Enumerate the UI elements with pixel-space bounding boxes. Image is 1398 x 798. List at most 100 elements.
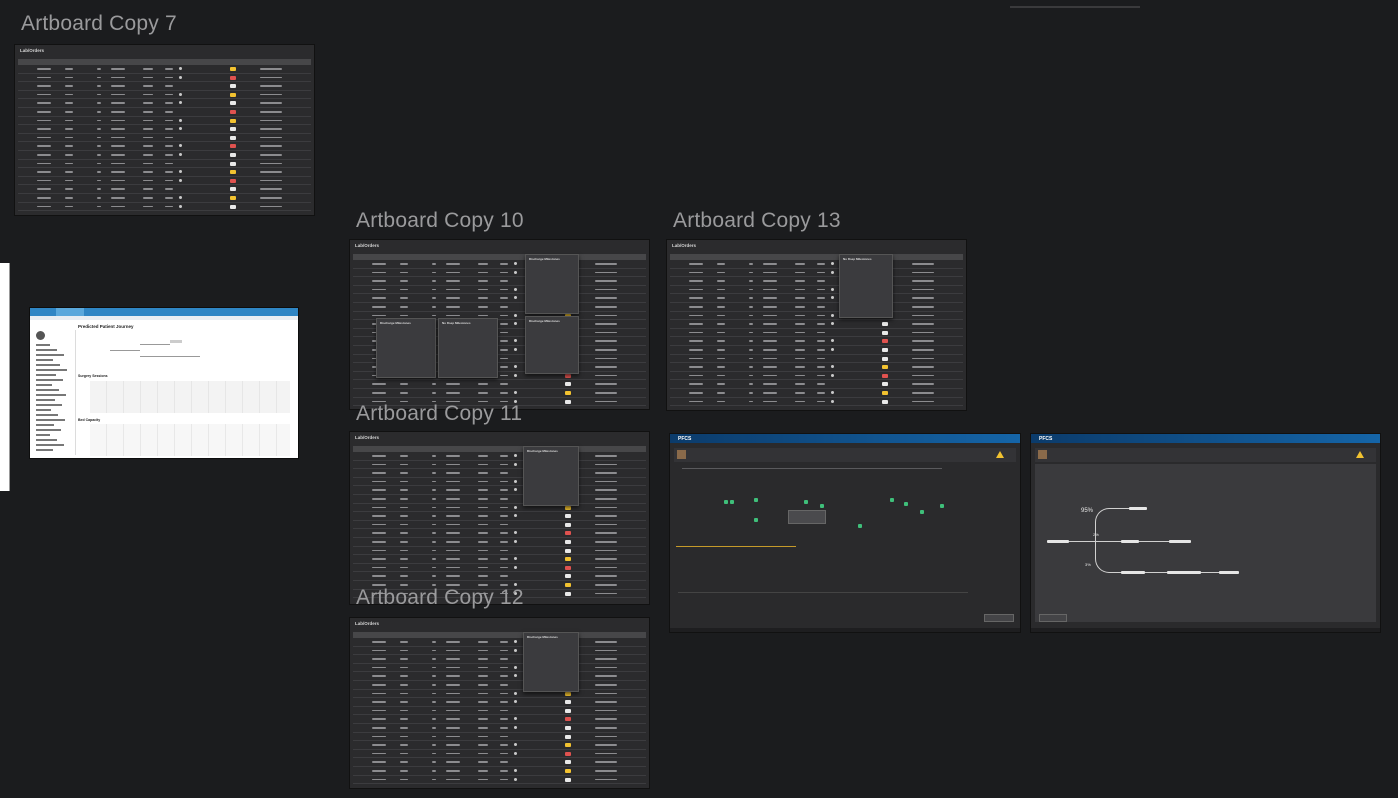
flow-node-top[interactable] — [1129, 507, 1147, 510]
table-row[interactable] — [353, 396, 646, 398]
table-row[interactable] — [18, 175, 311, 177]
artboard-copy10[interactable]: Lab/Orders Discharge Milestones Discharg… — [350, 240, 649, 409]
milestone-icon[interactable] — [820, 504, 824, 508]
table-row[interactable] — [670, 267, 963, 269]
table-row[interactable] — [353, 662, 646, 664]
table-row[interactable] — [18, 210, 311, 212]
artboard-copy13[interactable]: Lab/Orders No Dsep Milestones — [667, 240, 966, 410]
no-dsep-popup[interactable]: No Dsep Milestones — [839, 254, 893, 318]
table-row[interactable] — [670, 319, 963, 321]
table-row[interactable] — [353, 697, 646, 699]
table-row[interactable] — [353, 519, 646, 521]
table-row[interactable] — [353, 562, 646, 564]
table-row[interactable] — [18, 72, 311, 74]
table-row[interactable] — [353, 571, 646, 573]
table-row[interactable] — [18, 193, 311, 194]
table-row[interactable] — [353, 705, 646, 707]
light-board-active-tab[interactable] — [56, 308, 84, 316]
artboard-pfcs-timeline[interactable]: PFCS — [670, 434, 1020, 632]
flow-node-low-3[interactable] — [1219, 571, 1239, 574]
table-row[interactable] — [353, 276, 646, 278]
table-row[interactable] — [670, 310, 963, 312]
table-row[interactable] — [353, 545, 646, 547]
table-row[interactable] — [353, 731, 646, 733]
table-row[interactable] — [353, 528, 646, 530]
milestone-icon[interactable] — [940, 504, 944, 508]
table-row[interactable] — [670, 293, 963, 295]
milestone-icon[interactable] — [920, 510, 924, 514]
table-row[interactable] — [353, 714, 646, 716]
table-row[interactable] — [353, 302, 646, 303]
table-row[interactable] — [353, 511, 646, 513]
table-row[interactable] — [353, 688, 646, 690]
discharge-popup[interactable]: Discharge Milestones — [523, 446, 579, 506]
table-row[interactable] — [353, 645, 646, 647]
no-dsep-popup[interactable]: No Dsep Milestones — [438, 318, 498, 378]
table-row[interactable] — [353, 774, 646, 776]
milestone-icon[interactable] — [724, 500, 728, 504]
table-row[interactable] — [18, 89, 311, 91]
table-row[interactable] — [353, 757, 646, 759]
table-row[interactable] — [353, 766, 646, 767]
table-row[interactable] — [18, 124, 311, 126]
table-row[interactable] — [353, 671, 646, 673]
table-row[interactable] — [353, 468, 646, 470]
milestone-icon[interactable] — [730, 500, 734, 504]
table-row[interactable] — [353, 310, 646, 312]
table-row[interactable] — [353, 459, 646, 461]
table-row[interactable] — [670, 379, 963, 381]
artboard-light-journey[interactable]: Predicted Patient Journey Surgery Sessio… — [30, 308, 298, 458]
table-row[interactable] — [18, 150, 311, 151]
table-row[interactable] — [353, 476, 646, 478]
artboard-label-copy13[interactable]: Artboard Copy 13 — [673, 209, 841, 233]
table-row[interactable] — [18, 107, 311, 108]
flow-node-start[interactable] — [1047, 540, 1069, 543]
flow-node-mid-2[interactable] — [1169, 540, 1191, 543]
table-row[interactable] — [353, 740, 646, 742]
discharge-popup-2[interactable]: Discharge Milestones — [376, 318, 436, 378]
artboard-copy12[interactable]: Lab/Orders Discharge Milestones — [350, 618, 649, 788]
table-row[interactable] — [670, 276, 963, 278]
milestone-icon[interactable] — [754, 518, 758, 522]
discharge-popup-3[interactable]: Discharge Milestones — [525, 316, 579, 374]
table-row[interactable] — [18, 141, 311, 143]
discharge-popup[interactable]: Discharge Milestones — [525, 254, 579, 314]
table-row[interactable] — [18, 158, 311, 160]
artboard-pfcs-flow[interactable]: PFCS 95% 2% 3% — [1031, 434, 1380, 632]
table-row[interactable] — [353, 485, 646, 487]
table-row[interactable] — [353, 554, 646, 556]
table-row[interactable] — [353, 388, 646, 389]
table-row[interactable] — [670, 327, 963, 329]
milestone-icon[interactable] — [804, 500, 808, 504]
table-row[interactable] — [670, 345, 963, 346]
table-row[interactable] — [670, 336, 963, 338]
artboard-label-copy12[interactable]: Artboard Copy 12 — [356, 586, 524, 610]
table-row[interactable] — [353, 654, 646, 656]
table-row[interactable] — [353, 580, 646, 581]
table-row[interactable] — [353, 284, 646, 286]
table-row[interactable] — [18, 201, 311, 203]
table-row[interactable] — [670, 284, 963, 286]
table-row[interactable] — [353, 494, 646, 495]
table-row[interactable] — [353, 748, 646, 750]
table-row[interactable] — [670, 302, 963, 303]
table-row[interactable] — [353, 723, 646, 724]
action-button[interactable] — [984, 614, 1014, 622]
table-row[interactable] — [18, 81, 311, 83]
table-row[interactable] — [353, 537, 646, 538]
table-row[interactable] — [353, 379, 646, 381]
action-button[interactable] — [1039, 614, 1067, 622]
table-row[interactable] — [18, 132, 311, 134]
table-row[interactable] — [18, 184, 311, 186]
table-row[interactable] — [18, 98, 311, 100]
flow-node-mid[interactable] — [1121, 540, 1139, 543]
artboard-copy7[interactable]: Lab/Orders — [15, 45, 314, 215]
discharge-popup[interactable]: Discharge Milestones — [523, 632, 579, 692]
milestone-icon[interactable] — [858, 524, 862, 528]
artboard-copy11[interactable]: Lab/Orders Discharge Milestones — [350, 432, 649, 604]
artboard-label-copy11[interactable]: Artboard Copy 11 — [356, 402, 522, 426]
flow-node-low[interactable] — [1121, 571, 1145, 574]
milestone-icon[interactable] — [904, 502, 908, 506]
table-row[interactable] — [18, 167, 311, 169]
table-row[interactable] — [670, 388, 963, 389]
